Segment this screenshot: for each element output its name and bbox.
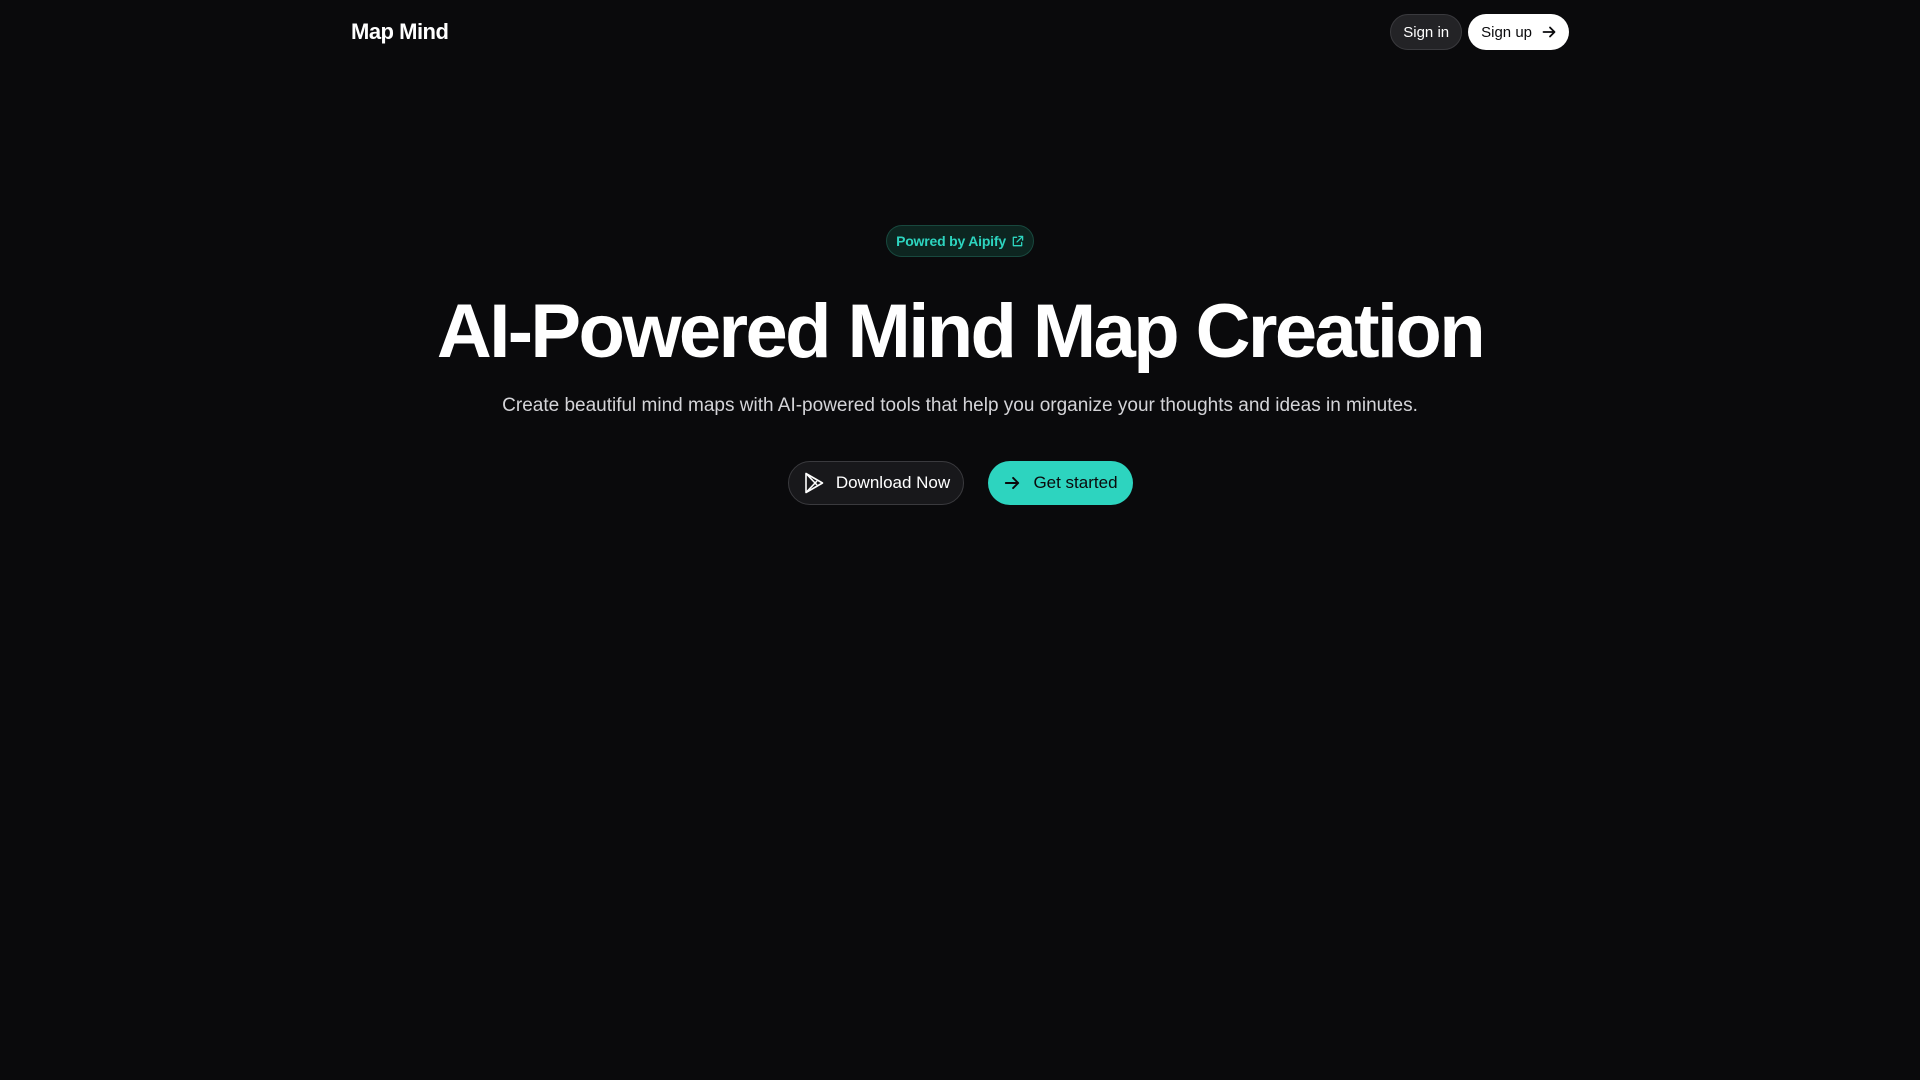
arrow-right-icon — [1003, 474, 1021, 492]
badge-label: Powred by Aipify — [896, 233, 1006, 249]
play-store-icon — [802, 471, 826, 495]
hero-subtitle: Create beautiful mind maps with AI-power… — [502, 395, 1418, 416]
external-link-icon — [1011, 235, 1024, 248]
sign-up-label: Sign up — [1481, 23, 1532, 41]
site-header: Map Mind Sign in Sign up — [351, 0, 1569, 64]
download-now-label: Download Now — [835, 473, 951, 492]
download-now-button[interactable]: Download Now — [788, 461, 964, 505]
cta-buttons: Download Now Get started — [788, 461, 1133, 505]
logo[interactable]: Map Mind — [351, 19, 449, 45]
sign-in-button[interactable]: Sign in — [1390, 14, 1463, 50]
auth-buttons: Sign in Sign up — [1390, 14, 1569, 50]
hero-title: AI-Powered Mind Map Creation — [436, 289, 1486, 374]
powered-by-badge[interactable]: Powred by Aipify — [886, 225, 1034, 257]
get-started-button[interactable]: Get started — [988, 461, 1133, 505]
landing-page: Map Mind Sign in Sign up Powred by Aipif… — [0, 0, 1920, 1080]
sign-in-label: Sign in — [1403, 23, 1450, 41]
get-started-label: Get started — [1033, 473, 1118, 492]
arrow-right-icon — [1541, 24, 1557, 40]
sign-up-button[interactable]: Sign up — [1468, 14, 1569, 50]
